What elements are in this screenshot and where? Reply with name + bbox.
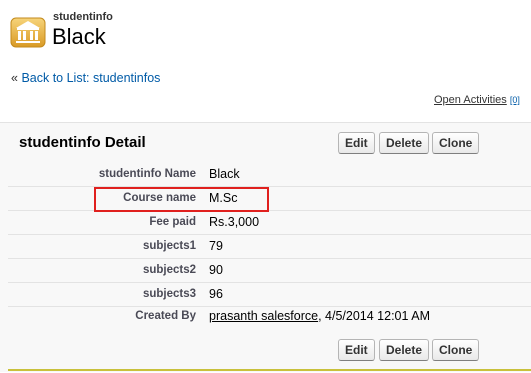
related-list-links: Open Activities [0] xyxy=(434,94,520,106)
clone-button-bottom[interactable]: Clone xyxy=(432,339,480,361)
created-by-user-link[interactable]: prasanth salesforce xyxy=(209,309,318,323)
edit-button-top[interactable]: Edit xyxy=(338,132,375,154)
delete-button-top[interactable]: Delete xyxy=(379,132,430,154)
field-row-subjects2: subjects2 90 xyxy=(8,259,531,283)
field-value: Rs.3,000 xyxy=(209,215,260,229)
back-to-list: « Back to List: studentinfos xyxy=(11,71,160,85)
building-icon xyxy=(10,14,46,48)
field-row-subjects1: subjects1 79 xyxy=(8,235,531,259)
open-activities-link[interactable]: Open Activities xyxy=(434,94,507,106)
field-label: studentinfo Name xyxy=(98,168,196,180)
section-bottom-rule xyxy=(8,369,531,371)
back-to-list-link[interactable]: Back to List: studentinfos xyxy=(21,71,160,85)
delete-button-bottom[interactable]: Delete xyxy=(379,339,430,361)
field-row-studentinfo-name: studentinfo Name Black xyxy=(8,163,531,187)
field-label: subjects3 xyxy=(142,288,196,300)
page-title: Black xyxy=(52,24,106,49)
field-value: 96 xyxy=(209,287,223,301)
field-value: 79 xyxy=(209,239,223,253)
clone-button-top[interactable]: Clone xyxy=(432,132,480,154)
back-prefix: « xyxy=(11,71,22,85)
highlight-box xyxy=(94,187,269,212)
field-value: prasanth salesforce, 4/5/2014 12:01 AM xyxy=(209,309,430,323)
object-type-label: studentinfo xyxy=(53,11,113,23)
field-row-course-name: Course name M.Sc xyxy=(8,187,531,211)
field-row-subjects3: subjects3 96 xyxy=(8,283,531,307)
field-row-created-by: Created By prasanth salesforce, 4/5/2014… xyxy=(8,305,531,329)
field-row-fee-paid: Fee paid Rs.3,000 xyxy=(8,211,531,235)
field-value: 90 xyxy=(209,263,223,277)
edit-button-bottom[interactable]: Edit xyxy=(338,339,375,361)
field-label: subjects1 xyxy=(142,240,196,252)
field-value: Black xyxy=(209,167,240,181)
created-date: , 4/5/2014 12:01 AM xyxy=(318,309,430,323)
field-label: Fee paid xyxy=(149,216,196,228)
field-label: subjects2 xyxy=(142,264,196,276)
field-label: Created By xyxy=(135,310,196,322)
section-title: studentinfo Detail xyxy=(19,134,146,151)
open-activities-count[interactable]: [0] xyxy=(510,95,520,105)
